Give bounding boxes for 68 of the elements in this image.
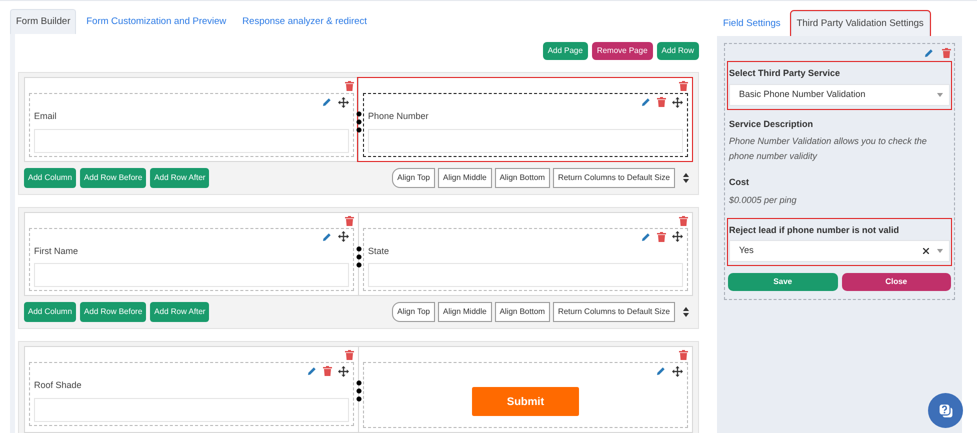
add-button[interactable]: Add Page [542, 42, 588, 60]
help-icon [936, 402, 954, 420]
delete-icon[interactable] [679, 81, 688, 94]
sort-icon[interactable] [683, 172, 689, 183]
caret-icon[interactable] [937, 92, 943, 96]
tab[interactable]: Form Builder [10, 9, 76, 34]
clear-icon[interactable] [923, 248, 929, 254]
cost-text: $0.0005 per ping [729, 194, 798, 207]
move-icon[interactable] [672, 96, 683, 108]
select-field[interactable]: Yes [729, 240, 950, 262]
select-field[interactable]: Basic Phone Number Validation [729, 84, 950, 106]
align-button[interactable]: Align Top [392, 302, 435, 322]
input-field[interactable] [34, 398, 349, 422]
field-label: State [368, 244, 390, 258]
add-button[interactable]: Add Column [24, 302, 76, 322]
add-button[interactable]: Add Row Before [80, 302, 146, 322]
tab[interactable]: Response analyzer & redirect [236, 9, 373, 34]
section-heading: Service Description [729, 118, 814, 131]
save-button[interactable]: Save [728, 273, 838, 291]
sort-icon[interactable] [683, 307, 689, 318]
move-icon[interactable] [338, 366, 349, 377]
align-button[interactable]: Return Columns to Default Size [552, 168, 675, 188]
edit-icon[interactable] [307, 366, 317, 376]
field-label: Select Third Party Service [729, 67, 842, 80]
move-icon[interactable] [338, 96, 349, 108]
tab[interactable]: Field Settings [717, 10, 787, 36]
selected-value: Basic Phone Number Validation [739, 88, 866, 101]
resize-handle-icon[interactable] [356, 380, 362, 402]
add-button[interactable]: Add Row After [150, 168, 210, 188]
field-label: Reject lead if phone number is not valid [729, 224, 900, 237]
edit-icon[interactable] [656, 366, 666, 376]
input-field[interactable] [368, 128, 683, 153]
section-heading: Cost [729, 176, 750, 189]
add-button[interactable]: Add Row After [150, 302, 210, 322]
edit-icon[interactable] [641, 232, 651, 242]
align-button[interactable]: Return Columns to Default Size [552, 302, 675, 322]
tab[interactable]: Third Party Validation Settings [790, 10, 930, 36]
add-button[interactable]: Add Row [656, 42, 699, 60]
align-button[interactable]: Align Top [392, 168, 435, 188]
edit-icon[interactable] [641, 97, 651, 108]
edit-icon[interactable] [322, 232, 332, 242]
input-field[interactable] [34, 263, 349, 288]
field-label: First Name [34, 244, 80, 258]
move-icon[interactable] [338, 231, 349, 242]
resize-handle-icon[interactable] [356, 111, 362, 134]
add-button[interactable]: Add Column [24, 168, 76, 188]
move-icon[interactable] [672, 231, 683, 242]
align-button[interactable]: Align Middle [438, 168, 492, 188]
description-text: Phone Number Validation allows you to check the phone number validity [729, 135, 928, 163]
close-button[interactable]: Close [842, 273, 951, 291]
remove-button[interactable]: Remove Page [592, 42, 653, 60]
resize-handle-icon[interactable] [356, 246, 362, 268]
edit-icon[interactable] [322, 97, 332, 108]
input-field[interactable] [368, 263, 683, 288]
field-label: Email [34, 110, 58, 124]
input-field[interactable] [34, 128, 349, 153]
align-button[interactable]: Align Bottom [494, 302, 550, 322]
selected-value: Yes [739, 244, 755, 258]
tab[interactable]: Form Customization and Preview [80, 9, 232, 34]
field-label: Roof Shade [34, 379, 83, 392]
align-button[interactable]: Align Bottom [494, 168, 550, 188]
submit-button[interactable]: Submit [472, 387, 579, 416]
caret-icon[interactable] [937, 249, 943, 253]
move-icon[interactable] [672, 366, 683, 377]
add-button[interactable]: Add Row Before [80, 168, 146, 188]
edit-icon[interactable] [924, 48, 934, 58]
field-label: Phone Number [368, 110, 430, 124]
align-button[interactable]: Align Middle [438, 302, 492, 322]
